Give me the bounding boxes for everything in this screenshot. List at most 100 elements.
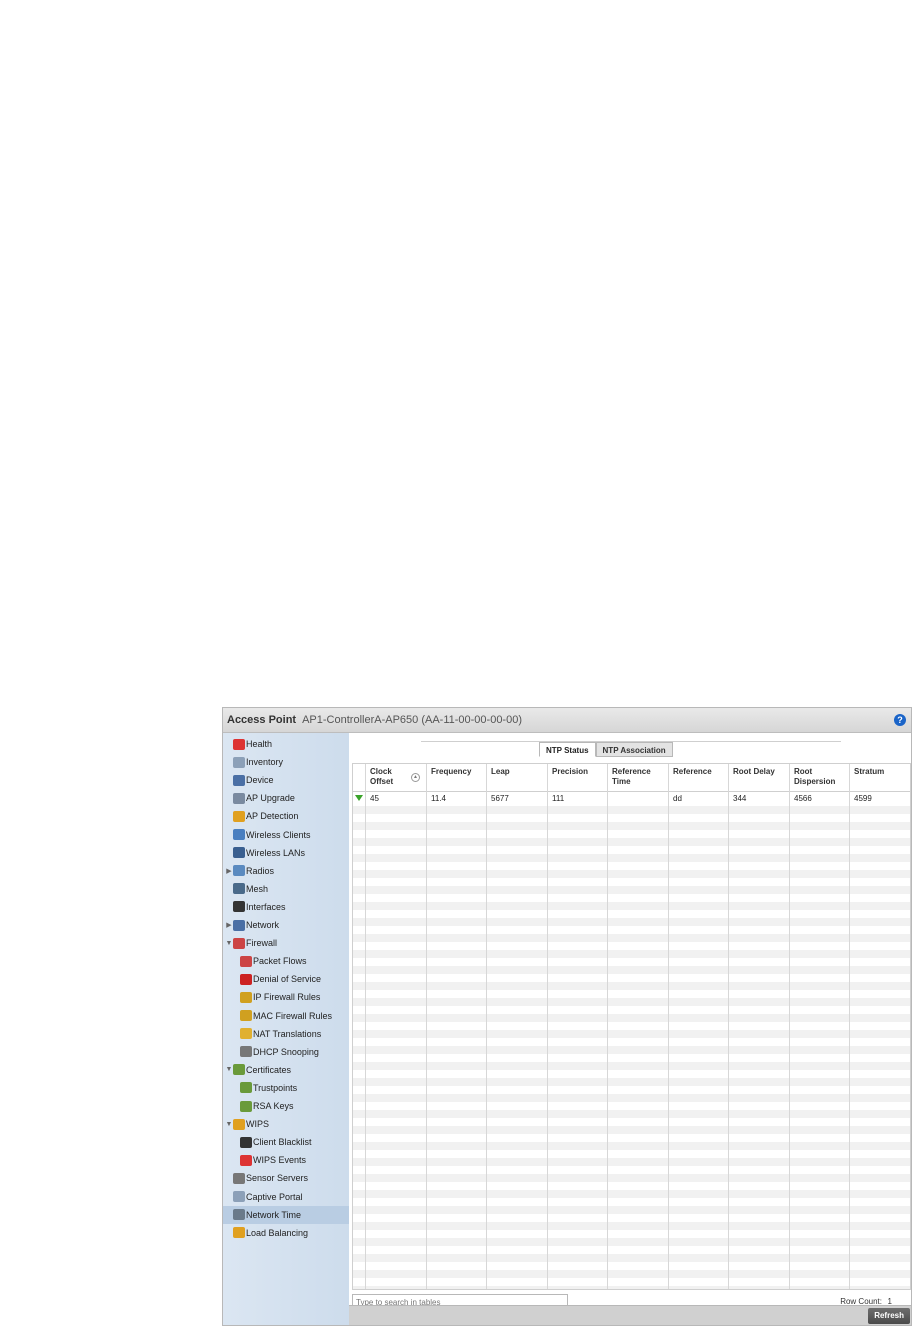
- certificates-icon: [233, 1064, 245, 1076]
- row-stripe: [353, 1062, 910, 1070]
- sidebar-item-ap-detection[interactable]: AP Detection: [223, 807, 349, 825]
- sidebar-item-label: AP Upgrade: [246, 793, 295, 804]
- column-header-label: Root Dispersion: [794, 767, 836, 786]
- sidebar-item-label: Packet Flows: [253, 956, 307, 967]
- sidebar-item-denial-of-service[interactable]: Denial of Service: [223, 970, 349, 988]
- sidebar-item-firewall[interactable]: ▼ Firewall: [223, 934, 349, 952]
- row-stripe: [353, 822, 910, 830]
- access-point-window: Access Point AP1-ControllerA-AP650 (AA-1…: [222, 707, 912, 1326]
- column-divider: [365, 764, 366, 1289]
- sidebar-item-inventory[interactable]: Inventory: [223, 753, 349, 771]
- sidebar-item-label: Client Blacklist: [253, 1137, 312, 1148]
- collapse-arrow-icon[interactable]: ▼: [225, 1121, 233, 1128]
- help-icon[interactable]: ?: [894, 714, 906, 726]
- tab-ntp-status[interactable]: NTP Status: [539, 742, 596, 757]
- nat-translations-icon: [240, 1028, 252, 1040]
- column-header-frequency[interactable]: Frequency: [426, 764, 486, 791]
- expand-arrow-icon[interactable]: ▶: [225, 921, 233, 929]
- column-header-reference[interactable]: Reference: [668, 764, 728, 791]
- ntp-status-table: Clock Offset ▲ Frequency Leap Precision Refer…: [352, 763, 911, 1290]
- sidebar-item-label: WIPS: [246, 1119, 270, 1130]
- sidebar-navigation: Health Inventory Device AP Upgrade AP Detect…: [223, 733, 350, 1325]
- sidebar-item-network[interactable]: ▶ Network: [223, 916, 349, 934]
- row-stripe: [353, 1174, 910, 1182]
- row-stripe: [353, 1014, 910, 1022]
- column-header-label: Frequency: [431, 767, 472, 776]
- column-header-clock-offset[interactable]: Clock Offset ▲: [365, 764, 426, 791]
- sidebar-item-rsa-keys[interactable]: RSA Keys: [223, 1097, 349, 1115]
- column-divider: [547, 764, 548, 1289]
- row-stripe: [353, 870, 910, 878]
- row-stripe: [353, 1142, 910, 1150]
- sidebar-item-label: AP Detection: [246, 811, 299, 822]
- row-stripe: [353, 1046, 910, 1054]
- network-icon: [233, 919, 245, 931]
- sidebar-item-wips[interactable]: ▼ WIPS: [223, 1115, 349, 1133]
- radios-icon: [233, 865, 245, 877]
- column-header-reference-time[interactable]: Reference Time: [607, 764, 668, 791]
- sidebar-item-mac-firewall-rules[interactable]: MAC Firewall Rules: [223, 1007, 349, 1025]
- collapse-arrow-icon[interactable]: ▼: [225, 1066, 233, 1073]
- sidebar-item-nat-translations[interactable]: NAT Translations: [223, 1025, 349, 1043]
- column-header-label: Reference Time: [612, 767, 651, 786]
- column-header-label: Root Delay: [733, 767, 775, 776]
- sidebar-item-client-blacklist[interactable]: Client Blacklist: [223, 1133, 349, 1151]
- column-header-label: Reference: [673, 767, 712, 776]
- column-divider: [607, 764, 608, 1289]
- wips-icon: [233, 1118, 245, 1130]
- sidebar-item-radios[interactable]: ▶ Radios: [223, 862, 349, 880]
- sidebar-item-certificates[interactable]: ▼ Certificates: [223, 1061, 349, 1079]
- inventory-icon: [233, 756, 245, 768]
- sidebar-item-label: Radios: [246, 865, 275, 876]
- sidebar-item-ip-firewall-rules[interactable]: IP Firewall Rules: [223, 988, 349, 1006]
- column-header-label: Leap: [491, 767, 510, 776]
- sidebar-item-wireless-lans[interactable]: Wireless LANs: [223, 844, 349, 862]
- sidebar-item-wips-events[interactable]: WIPS Events: [223, 1151, 349, 1169]
- trustpoints-icon: [240, 1082, 252, 1094]
- sidebar-item-network-time[interactable]: Network Time: [223, 1205, 349, 1224]
- sidebar-item-label: Certificates: [246, 1064, 292, 1075]
- sidebar-item-label: Captive Portal: [246, 1191, 303, 1202]
- sidebar-item-ap-upgrade[interactable]: AP Upgrade: [223, 789, 349, 807]
- wireless-clients-icon: [233, 829, 245, 840]
- row-stripe: [353, 1094, 910, 1102]
- column-header-stratum[interactable]: Stratum: [849, 764, 910, 791]
- sort-ascending-icon[interactable]: ▲: [411, 773, 420, 782]
- sidebar-item-dhcp-snooping[interactable]: DHCP Snooping: [223, 1043, 349, 1061]
- column-header-label: Precision: [552, 767, 589, 776]
- sidebar-item-health[interactable]: Health: [223, 735, 349, 753]
- column-header-root-dispersion[interactable]: Root Dispersion: [789, 764, 849, 791]
- tab-ntp-association[interactable]: NTP Association: [595, 742, 673, 757]
- mac-firewall-rules-icon: [240, 1010, 252, 1021]
- packet-flows-icon: [240, 955, 252, 967]
- row-stripe: [353, 1190, 910, 1198]
- sidebar-item-sensor-servers[interactable]: Sensor Servers: [223, 1169, 349, 1187]
- column-header-leap[interactable]: Leap: [486, 764, 547, 791]
- sidebar-item-packet-flows[interactable]: Packet Flows: [223, 952, 349, 970]
- column-header-precision[interactable]: Precision: [547, 764, 607, 791]
- firewall-icon: [233, 937, 245, 949]
- sidebar-item-label: DHCP Snooping: [253, 1046, 319, 1057]
- sidebar-item-label: Health: [246, 739, 273, 749]
- table-cell: 11.4: [431, 794, 446, 803]
- sidebar-item-wireless-clients[interactable]: Wireless Clients: [223, 826, 349, 844]
- sidebar-item-label: Mesh: [246, 883, 269, 894]
- sidebar-item-load-balancing[interactable]: Load Balancing: [223, 1224, 349, 1242]
- collapse-arrow-icon[interactable]: ▼: [225, 940, 233, 947]
- title-bar: Access Point AP1-ControllerA-AP650 (AA-1…: [223, 708, 911, 733]
- sidebar-item-device[interactable]: Device: [223, 771, 349, 789]
- sidebar-item-interfaces[interactable]: Interfaces: [223, 898, 349, 916]
- column-header-label: Stratum: [854, 767, 885, 776]
- footer-bar: Refresh: [349, 1305, 911, 1325]
- refresh-button[interactable]: Refresh: [868, 1308, 910, 1324]
- window-title: Access Point: [227, 714, 297, 726]
- sidebar-item-label: MAC Firewall Rules: [253, 1010, 333, 1021]
- sidebar-item-mesh[interactable]: Mesh: [223, 880, 349, 898]
- sensor-servers-icon: [233, 1172, 245, 1184]
- row-stripe: [353, 1158, 910, 1166]
- expand-arrow-icon[interactable]: ▶: [225, 867, 233, 875]
- sidebar-item-captive-portal[interactable]: Captive Portal: [223, 1188, 349, 1206]
- sidebar-item-trustpoints[interactable]: Trustpoints: [223, 1079, 349, 1097]
- row-stripe: [353, 1110, 910, 1118]
- column-header-root-delay[interactable]: Root Delay: [728, 764, 789, 791]
